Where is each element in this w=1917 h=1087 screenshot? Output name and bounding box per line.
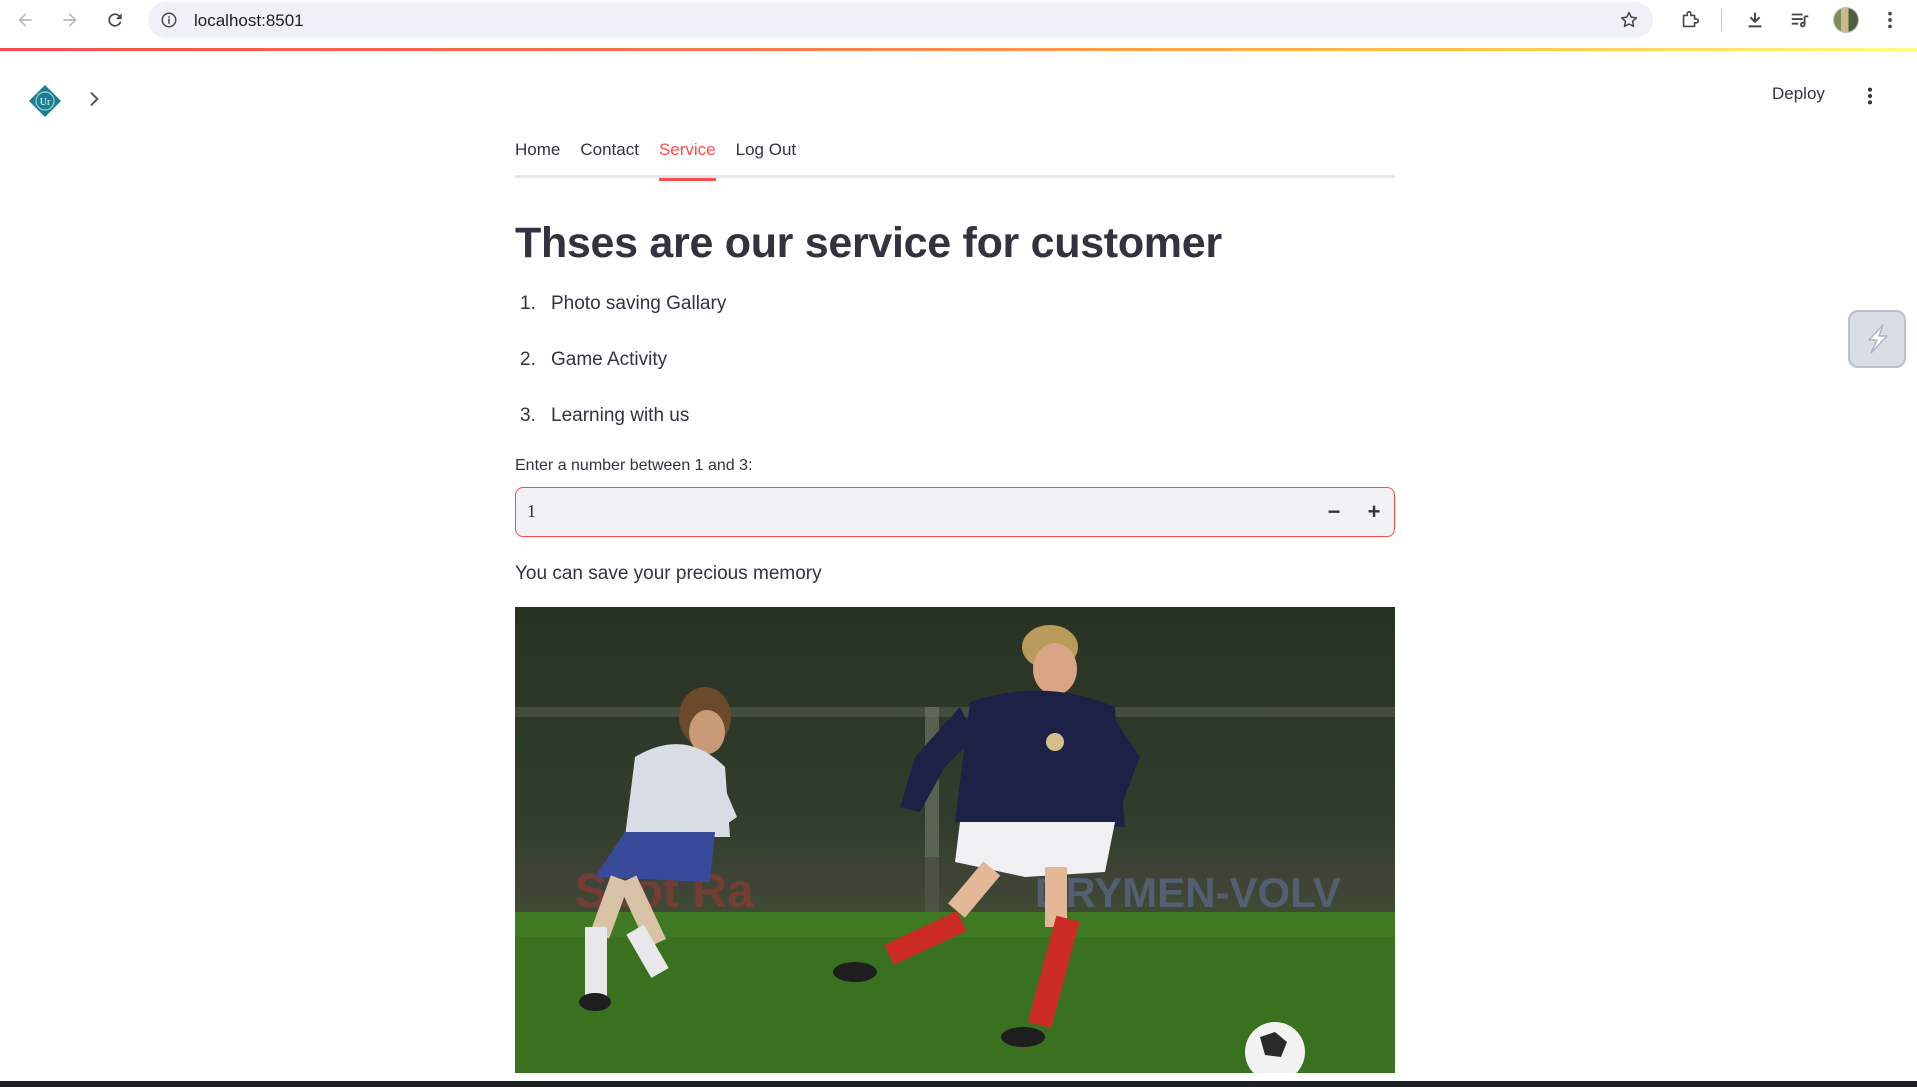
photo-illustration: Scot Ra DRYMEN-VOLV: [515, 625, 1395, 1074]
profile-avatar[interactable]: [1833, 7, 1859, 33]
number-input-label: Enter a number between 1 and 3:: [515, 457, 753, 475]
tab-log-out[interactable]: Log Out: [736, 136, 797, 178]
list-item-number: 1.: [520, 293, 536, 315]
reload-icon[interactable]: [101, 6, 129, 34]
streamlit-decoration-line: [0, 48, 1917, 51]
download-icon[interactable]: [1744, 9, 1766, 31]
tab-home[interactable]: Home: [515, 136, 560, 178]
increment-button[interactable]: +: [1354, 488, 1394, 536]
list-item: 2. Game Activity: [515, 349, 1395, 405]
chevron-right-icon[interactable]: [84, 89, 104, 109]
browser-toolbar: localhost:8501: [0, 0, 1917, 40]
star-icon[interactable]: [1619, 10, 1639, 30]
svg-text:DRYMEN-VOLV: DRYMEN-VOLV: [1035, 869, 1341, 916]
tab-bar: Home Contact Service Log Out: [515, 136, 1395, 181]
back-arrow-icon[interactable]: [11, 6, 39, 34]
main-content: Home Contact Service Log Out Thses are o…: [515, 136, 1395, 1074]
svg-text:Ur: Ur: [40, 97, 51, 108]
number-input[interactable]: 1 − +: [515, 487, 1395, 538]
list-item: 1. Photo saving Gallary: [515, 293, 1395, 349]
taskbar-edge: [0, 1081, 1917, 1087]
number-input-value[interactable]: 1: [527, 501, 536, 522]
list-item-label: Learning with us: [551, 405, 690, 427]
list-item-label: Photo saving Gallary: [551, 293, 727, 315]
tab-contact[interactable]: Contact: [580, 136, 639, 178]
kebab-menu-icon[interactable]: [1858, 84, 1882, 108]
url-text[interactable]: localhost:8501: [194, 11, 304, 31]
result-caption: You can save your precious memory: [515, 563, 822, 585]
list-item-number: 3.: [520, 405, 536, 427]
streamlit-float-icon[interactable]: [1848, 310, 1906, 368]
toolbar-divider: [1721, 9, 1722, 31]
media-queue-icon[interactable]: [1789, 9, 1811, 31]
decrement-button[interactable]: −: [1314, 488, 1354, 536]
deploy-button[interactable]: Deploy: [1772, 84, 1825, 104]
address-bar[interactable]: localhost:8501: [148, 2, 1653, 38]
page-title: Thses are our service for customer: [515, 219, 1222, 267]
extensions-icon[interactable]: [1679, 9, 1701, 31]
app-logo: Ur: [28, 84, 62, 118]
chrome-menu-icon[interactable]: [1879, 9, 1901, 31]
forward-arrow-icon[interactable]: [56, 6, 84, 34]
list-item-label: Game Activity: [551, 349, 668, 371]
list-item: 3. Learning with us: [515, 405, 1395, 461]
list-item-number: 2.: [520, 349, 536, 371]
site-info-icon[interactable]: [160, 11, 178, 29]
tab-service[interactable]: Service: [658, 136, 716, 181]
football-photo: Scot Ra DRYMEN-VOLV: [515, 607, 1395, 1074]
service-list: 1. Photo saving Gallary 2. Game Activity…: [515, 293, 1395, 461]
